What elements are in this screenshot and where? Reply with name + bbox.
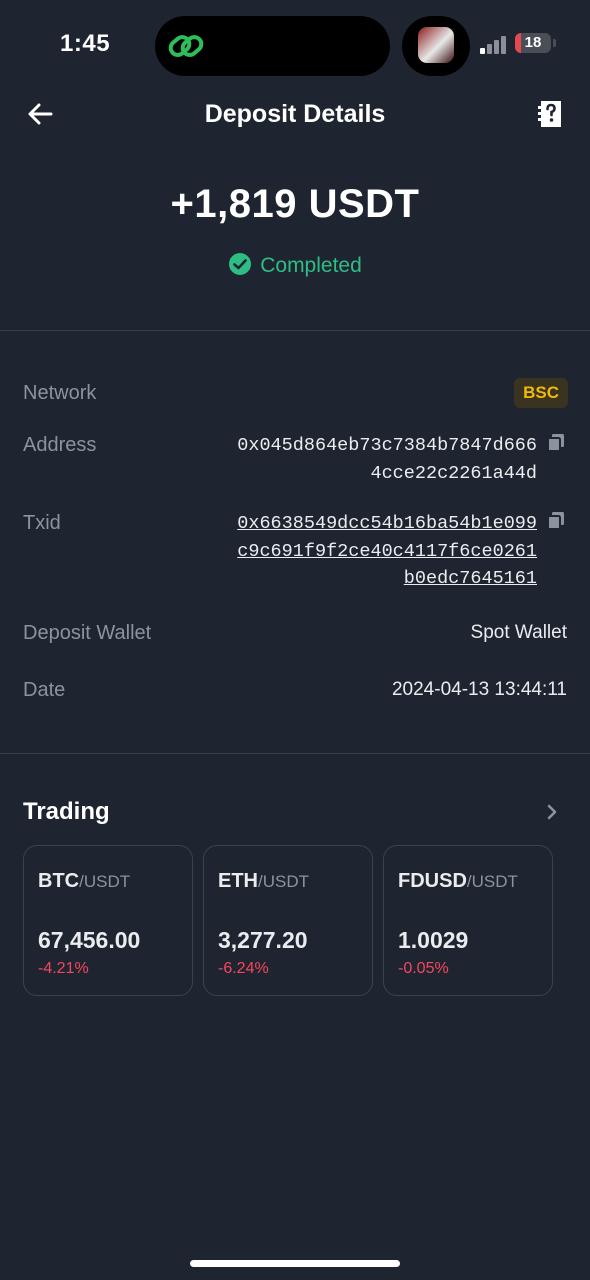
price-change: -6.24% bbox=[218, 960, 269, 977]
deposit-wallet-label: Deposit Wallet bbox=[23, 622, 152, 644]
home-indicator[interactable] bbox=[190, 1260, 400, 1267]
divider bbox=[0, 330, 590, 331]
market-card-btc[interactable]: BTC/USDT 67,456.00 -4.21% bbox=[23, 845, 193, 996]
pair-label: FDUSD/USDT bbox=[398, 870, 518, 892]
market-card-fdusd[interactable]: FDUSD/USDT 1.0029 -0.05% bbox=[383, 845, 553, 996]
dynamic-island bbox=[155, 16, 390, 76]
link-icon bbox=[168, 35, 204, 57]
price-change: -0.05% bbox=[398, 960, 449, 977]
status-bar: 1:45 18 bbox=[0, 0, 590, 90]
price: 3,277.20 bbox=[218, 927, 308, 953]
avatar bbox=[418, 27, 454, 63]
market-card-eth[interactable]: ETH/USDT 3,277.20 -6.24% bbox=[203, 845, 373, 996]
copy-icon[interactable] bbox=[546, 511, 566, 531]
price: 67,456.00 bbox=[38, 927, 141, 953]
signal-icon bbox=[480, 34, 510, 54]
divider bbox=[0, 753, 590, 754]
battery-icon: 18 bbox=[515, 33, 551, 53]
txid-link[interactable]: 0x6638549dcc54b16ba54b1e099c9c691f9f2ce4… bbox=[237, 510, 537, 593]
copy-icon[interactable] bbox=[546, 433, 566, 453]
pair-label: ETH/USDT bbox=[218, 870, 309, 892]
live-activity-pill bbox=[402, 16, 470, 76]
help-document-icon[interactable] bbox=[536, 98, 566, 130]
deposit-wallet-value: Spot Wallet bbox=[470, 622, 567, 643]
check-circle-icon bbox=[229, 253, 252, 276]
status-completed: Completed bbox=[0, 252, 590, 280]
address-label: Address bbox=[23, 434, 97, 456]
trading-title: Trading bbox=[23, 798, 110, 825]
page-title: Deposit Details bbox=[204, 100, 386, 128]
chevron-right-icon[interactable] bbox=[542, 800, 562, 824]
status-label: Completed bbox=[260, 254, 362, 277]
battery-level: 18 bbox=[524, 34, 542, 51]
network-label: Network bbox=[23, 382, 97, 404]
deposit-amount: +1,819 USDT bbox=[170, 182, 420, 226]
date-value: 2024-04-13 13:44:11 bbox=[391, 679, 567, 700]
date-label: Date bbox=[23, 679, 66, 701]
address-value: 0x045d864eb73c7384b7847d6664cce22c2261a4… bbox=[237, 435, 537, 484]
txid-label: Txid bbox=[23, 512, 61, 534]
network-badge: BSC bbox=[514, 378, 568, 408]
battery-cap bbox=[553, 39, 556, 47]
status-time: 1:45 bbox=[60, 30, 111, 57]
price-change: -4.21% bbox=[38, 960, 89, 977]
price: 1.0029 bbox=[398, 927, 469, 953]
pair-label: BTC/USDT bbox=[38, 870, 131, 892]
